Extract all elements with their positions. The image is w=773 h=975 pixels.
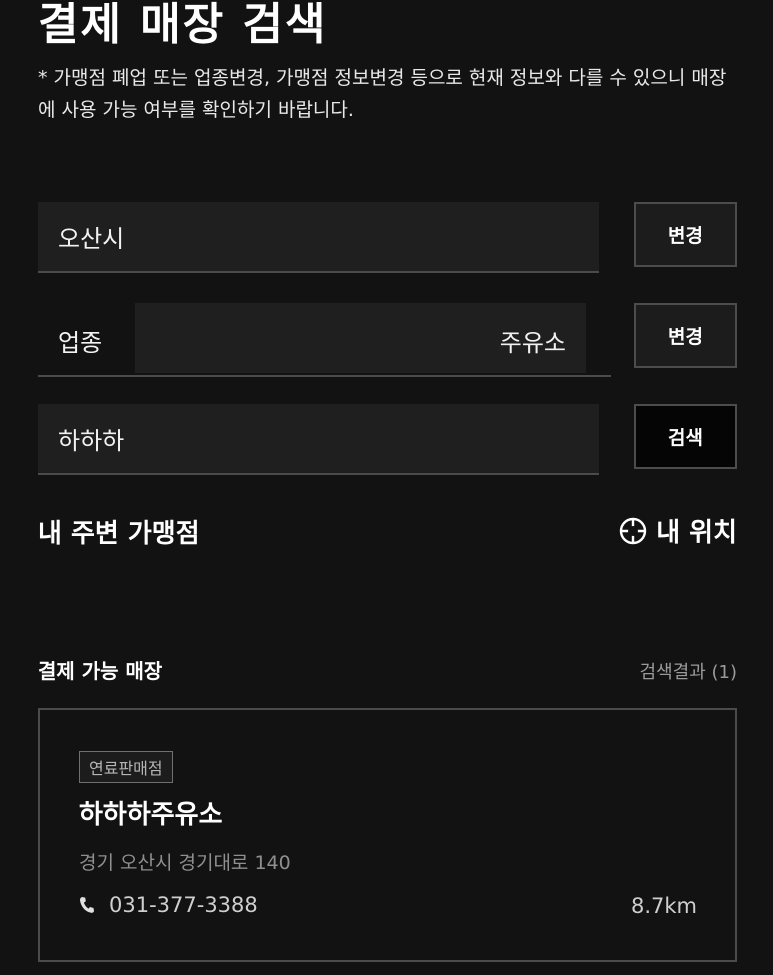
phone-icon [79, 897, 94, 913]
region-field[interactable]: 오산시 [38, 202, 599, 273]
results-title: 결제 가능 매장 [38, 659, 163, 683]
store-distance: 8.7km [630, 894, 697, 918]
notice-text: * 가맹점 폐업 또는 업종변경, 가맹점 정보변경 등으로 현재 정보와 다를… [38, 67, 727, 121]
store-name: 하하하주유소 [79, 800, 223, 830]
change-business-type-button[interactable]: 변경 [634, 303, 737, 368]
store-phone[interactable]: 031-377-3388 [79, 893, 258, 917]
crosshair-icon [619, 517, 647, 544]
keyword-input[interactable]: 하하하 [38, 404, 599, 475]
store-card[interactable]: 연료판매점 하하하주유소 경기 오산시 경기대로 140 031-377-338… [38, 708, 737, 962]
store-category-badge: 연료판매점 [79, 751, 173, 783]
store-phone-number: 031-377-3388 [109, 893, 258, 917]
change-region-button[interactable]: 변경 [634, 202, 737, 267]
keyword-value: 하하하 [58, 427, 125, 455]
business-type-field: 업종 주유소 [38, 303, 611, 377]
page-title: 결제 매장 검색 [38, 0, 328, 50]
my-location-button[interactable]: 내 위치 [618, 512, 737, 549]
result-count: 검색결과 (1) [639, 662, 737, 683]
store-address: 경기 오산시 경기대로 140 [79, 852, 291, 874]
business-type-select[interactable]: 주유소 [135, 303, 586, 373]
search-button[interactable]: 검색 [634, 404, 737, 469]
business-type-label: 업종 [58, 329, 103, 357]
my-location-label: 내 위치 [656, 518, 737, 548]
nearby-stores-title: 내 주변 가맹점 [38, 519, 200, 549]
business-type-value: 주유소 [499, 329, 566, 357]
region-value: 오산시 [58, 225, 125, 253]
